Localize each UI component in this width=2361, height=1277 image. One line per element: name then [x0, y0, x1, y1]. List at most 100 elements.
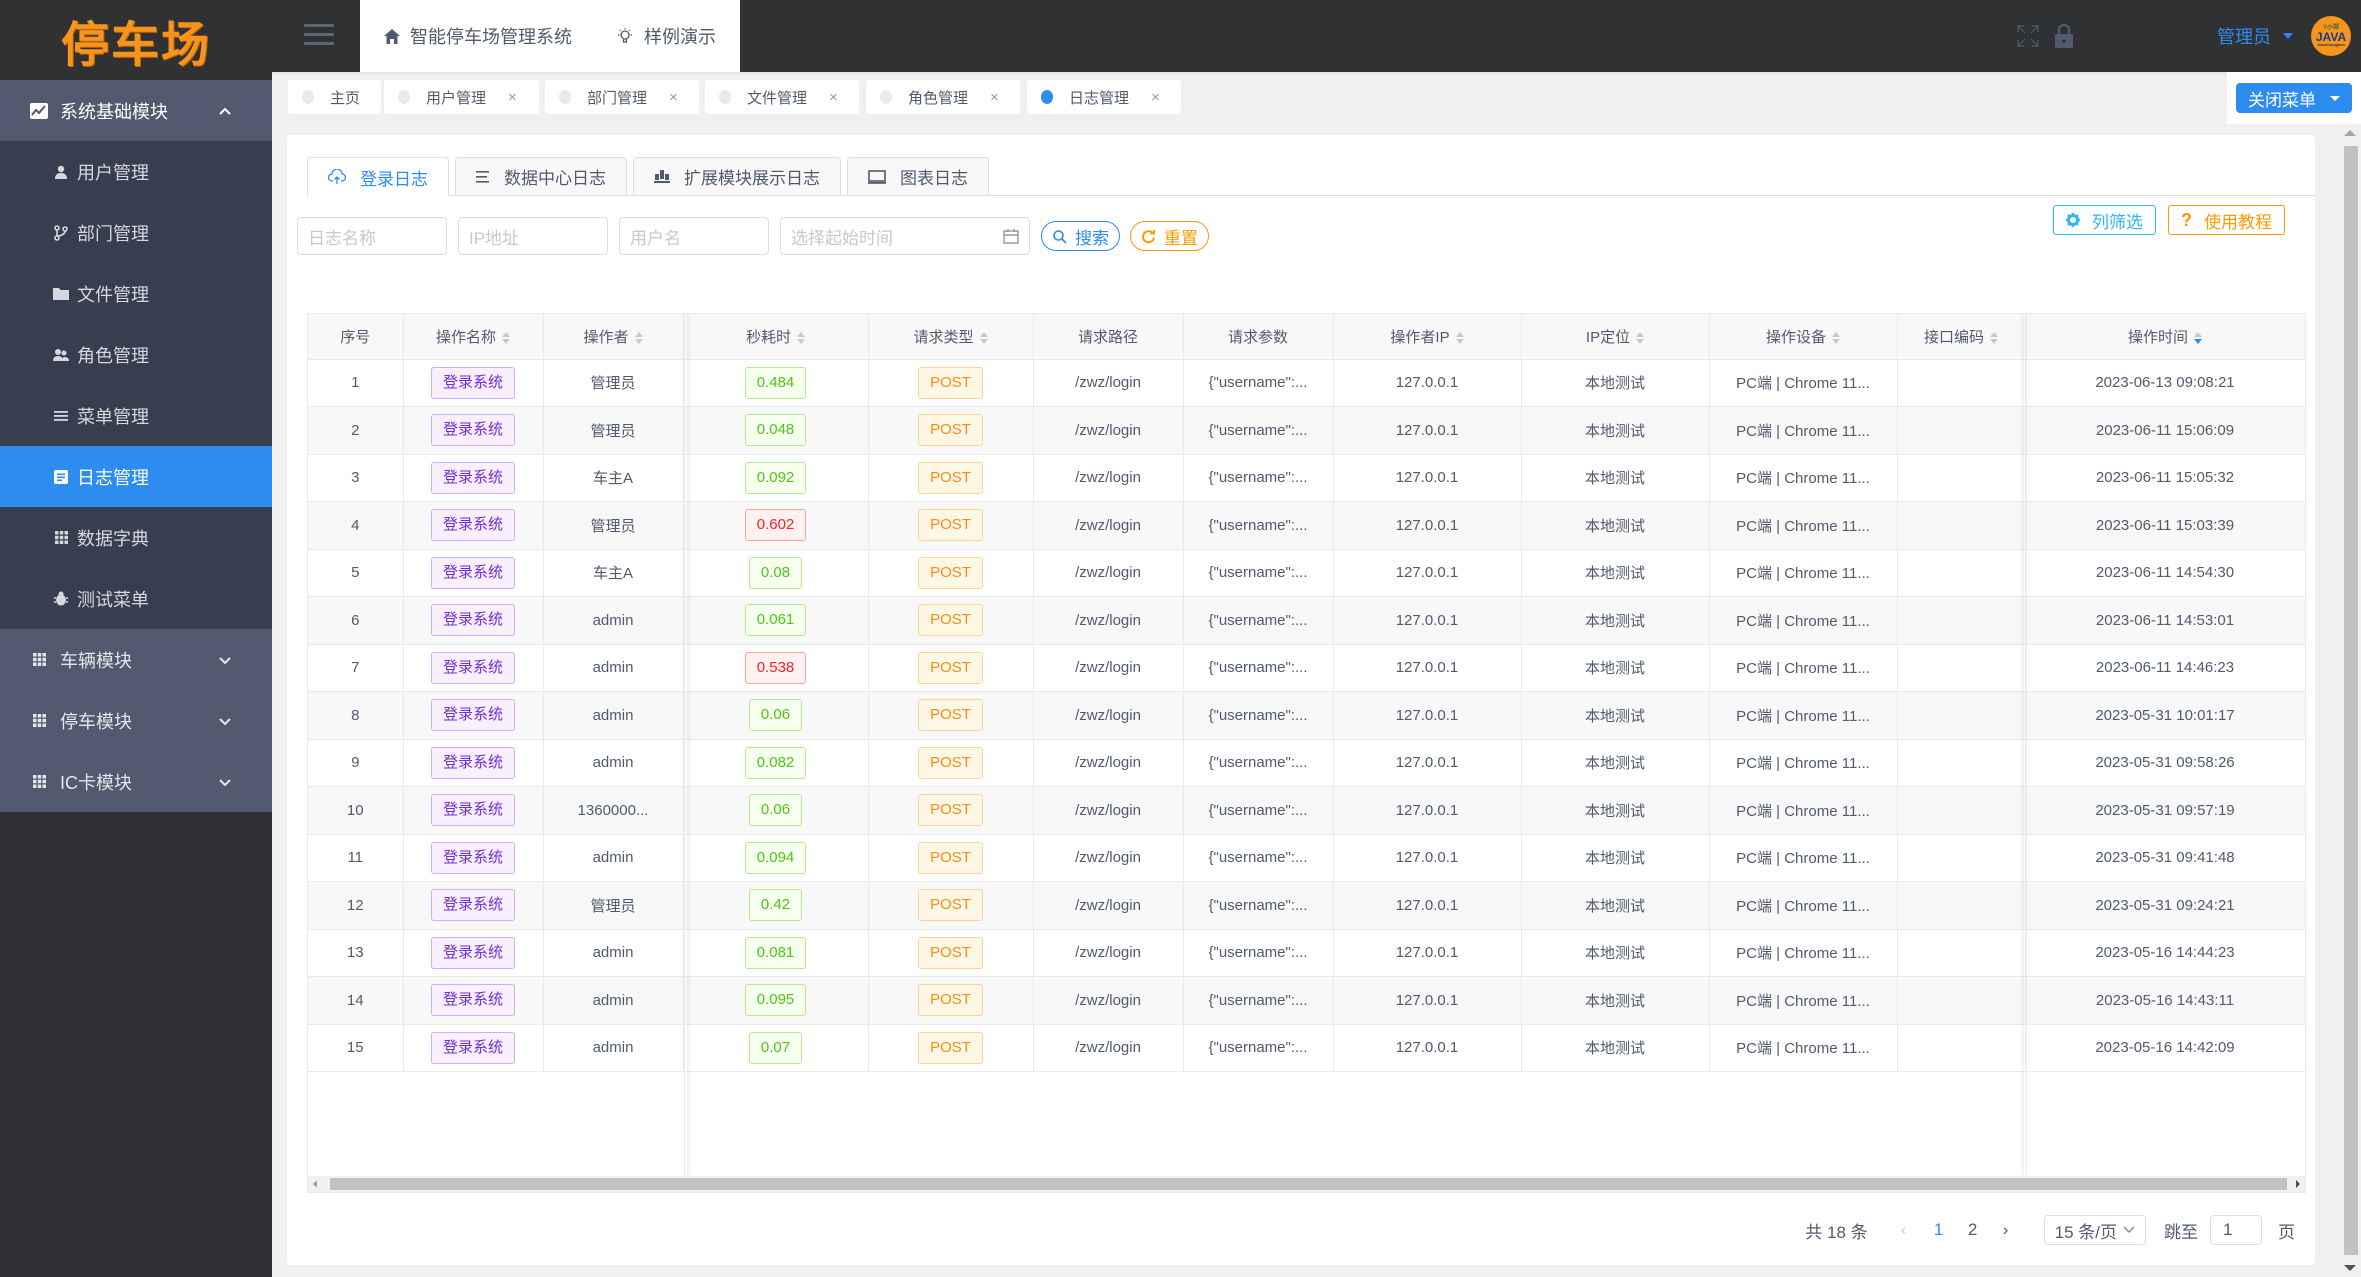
table-row[interactable]: 13 登录系统 admin 0.081 POST/zwz/login {"username…	[308, 929, 2305, 977]
nav-item-demo[interactable]: 样例演示	[616, 23, 716, 49]
table-row[interactable]: 7 登录系统 admin 0.538 POST/zwz/login {"username"…	[308, 644, 2305, 692]
close-menu-button[interactable]: 关闭菜单	[2236, 83, 2352, 113]
cell-ip: 127.0.0.1	[1333, 834, 1522, 882]
sidebar-item-menu[interactable]: 菜单管理	[0, 385, 272, 446]
scroll-down-icon[interactable]	[2344, 1265, 2356, 1271]
sort-desc-icon[interactable]	[2194, 331, 2202, 344]
prev-page-icon[interactable]: ‹	[1894, 1220, 1914, 1240]
table-row[interactable]: 15 登录系统 admin 0.07 POST/zwz/login {"username"…	[308, 1024, 2305, 1072]
table-row[interactable]: 2 登录系统 管理员 0.048 POST/zwz/login {"username":.…	[308, 406, 2305, 455]
user-dropdown[interactable]: 管理员	[2217, 23, 2293, 49]
sidebar-item-department[interactable]: 部门管理	[0, 202, 272, 263]
log-name-input[interactable]: 日志名称	[297, 217, 447, 255]
sidebar-group-system[interactable]: 系统基础模块	[0, 80, 272, 141]
table-row[interactable]: 11 登录系统 admin 0.094 POST/zwz/login {"username…	[308, 834, 2305, 882]
scrollbar-thumb[interactable]	[330, 1178, 2287, 1190]
sidebar-group-vehicle[interactable]: 车辆模块	[0, 629, 272, 690]
scroll-up-icon[interactable]	[2344, 130, 2356, 136]
ip-address-input[interactable]: IP地址	[458, 217, 608, 255]
sort-icon[interactable]	[1455, 331, 1464, 344]
tab-extension-log[interactable]: 扩展模块展示日志	[633, 157, 841, 195]
col-header-operator[interactable]: 操作者	[543, 314, 684, 360]
fullscreen-icon[interactable]	[2015, 23, 2041, 49]
tag-role[interactable]: 角色管理 ×	[866, 80, 1020, 114]
col-header-time[interactable]: 操作时间	[2025, 314, 2305, 360]
grid-icon	[30, 651, 48, 669]
sidebar-item-dictionary[interactable]: 数据字典	[0, 507, 272, 568]
cell-path: /zwz/login	[1033, 644, 1184, 692]
scroll-left-icon[interactable]	[313, 1180, 317, 1188]
sort-icon[interactable]	[1990, 331, 1998, 344]
table-row[interactable]: 1 登录系统 管理员 0.484 POST/zwz/login {"username":.…	[308, 359, 2305, 407]
lock-icon[interactable]	[2051, 23, 2077, 49]
close-icon[interactable]: ×	[669, 89, 678, 106]
close-icon[interactable]: ×	[990, 89, 999, 106]
logo[interactable]: 停车场	[0, 0, 272, 80]
page-size-select[interactable]: 15 条/页	[2043, 1215, 2146, 1245]
tag-home[interactable]: 主页	[288, 80, 381, 114]
jump-page-input[interactable]: 1	[2210, 1215, 2262, 1245]
table-row[interactable]: 4 登录系统 管理员 0.602 POST/zwz/login {"username":.…	[308, 501, 2305, 550]
nav-item-system[interactable]: 智能停车场管理系统	[384, 23, 572, 49]
page-1[interactable]: 1	[1928, 1220, 1950, 1240]
table-row[interactable]: 12 登录系统 管理员 0.42 POST/zwz/login {"username":.…	[308, 881, 2305, 930]
sidebar-item-user[interactable]: 用户管理	[0, 141, 272, 202]
col-header-op-name[interactable]: 操作名称	[403, 314, 544, 360]
sidebar-item-log[interactable]: 日志管理	[0, 446, 272, 507]
sidebar-item-test-menu[interactable]: 测试菜单	[0, 568, 272, 629]
col-header-ip[interactable]: 操作者IP	[1333, 314, 1522, 360]
col-header-location[interactable]: IP定位	[1521, 314, 1710, 360]
sort-icon[interactable]	[1832, 331, 1840, 344]
table-row[interactable]: 10 登录系统 1360000... 0.06 POST/zwz/login {"user…	[308, 786, 2305, 835]
sort-icon[interactable]	[502, 331, 510, 344]
column-filter-button[interactable]: 列筛选	[2053, 205, 2156, 235]
sidebar-collapsed-groups: 车辆模块 停车模块 IC卡模块	[0, 629, 272, 812]
table-row[interactable]: 14 登录系统 admin 0.095 POST/zwz/login {"username…	[308, 976, 2305, 1025]
tab-data-center-log[interactable]: 数据中心日志	[455, 157, 627, 195]
sort-icon[interactable]	[634, 331, 643, 344]
sort-icon[interactable]	[1636, 331, 1645, 344]
page-vertical-scrollbar[interactable]	[2339, 124, 2361, 1277]
table-row[interactable]: 3 登录系统 车主A 0.092 POST/zwz/login {"username":.…	[308, 454, 2305, 502]
sort-icon[interactable]	[797, 331, 805, 344]
hamburger-menu-icon[interactable]	[304, 24, 334, 46]
horizontal-scrollbar[interactable]	[308, 1176, 2305, 1192]
sidebar-item-file[interactable]: 文件管理	[0, 263, 272, 324]
tag-user[interactable]: 用户管理 ×	[384, 80, 539, 114]
tag-department[interactable]: 部门管理 ×	[545, 80, 699, 114]
tutorial-button[interactable]: ? 使用教程	[2168, 205, 2285, 235]
table-row[interactable]: 5 登录系统 车主A 0.08 POST/zwz/login {"username":..…	[308, 549, 2305, 597]
tag-dot	[398, 90, 410, 104]
sort-icon[interactable]	[979, 331, 988, 344]
cell-method-tag: POST	[918, 889, 983, 922]
page-2[interactable]: 2	[1962, 1220, 1984, 1240]
scroll-right-icon[interactable]	[2296, 1180, 2300, 1188]
scrollbar-thumb[interactable]	[2344, 146, 2358, 1255]
sidebar-item-role[interactable]: 角色管理	[0, 324, 272, 385]
sidebar-group-ic-card[interactable]: IC卡模块	[0, 751, 272, 812]
col-header-cost[interactable]: 秒耗时	[683, 314, 869, 360]
table-row[interactable]: 9 登录系统 admin 0.082 POST/zwz/login {"username"…	[308, 739, 2305, 787]
tag-log[interactable]: 日志管理 ×	[1027, 80, 1181, 114]
col-header-code[interactable]: 接口编码	[1897, 314, 2026, 360]
cell-index: 2	[308, 406, 404, 455]
reset-button[interactable]: 重置	[1130, 221, 1209, 251]
close-icon[interactable]: ×	[829, 89, 838, 106]
table-row[interactable]: 8 登录系统 admin 0.06 POST/zwz/login {"username":…	[308, 691, 2305, 740]
avatar[interactable]: Y小郑 JAVA xiaozhengjava	[2311, 16, 2351, 56]
sidebar-group-parking[interactable]: 停车模块	[0, 690, 272, 751]
tag-file[interactable]: 文件管理 ×	[705, 80, 859, 114]
start-date-picker[interactable]: 选择起始时间	[780, 217, 1030, 255]
next-page-icon[interactable]: ›	[1996, 1220, 2016, 1240]
table-row[interactable]: 6 登录系统 admin 0.061 POST/zwz/login {"username"…	[308, 596, 2305, 645]
cell-op-name-tag: 登录系统	[430, 794, 515, 827]
col-header-device[interactable]: 操作设备	[1709, 314, 1898, 360]
tab-chart-log[interactable]: 图表日志	[847, 157, 989, 195]
username-input[interactable]: 用户名	[619, 217, 769, 255]
close-icon[interactable]: ×	[508, 89, 517, 106]
col-header-method[interactable]: 请求类型	[868, 314, 1034, 360]
close-icon[interactable]: ×	[1151, 89, 1160, 106]
tab-login-log[interactable]: 登录日志	[307, 157, 449, 196]
search-button[interactable]: 搜索	[1041, 221, 1120, 251]
cell-index: 5	[308, 549, 404, 597]
